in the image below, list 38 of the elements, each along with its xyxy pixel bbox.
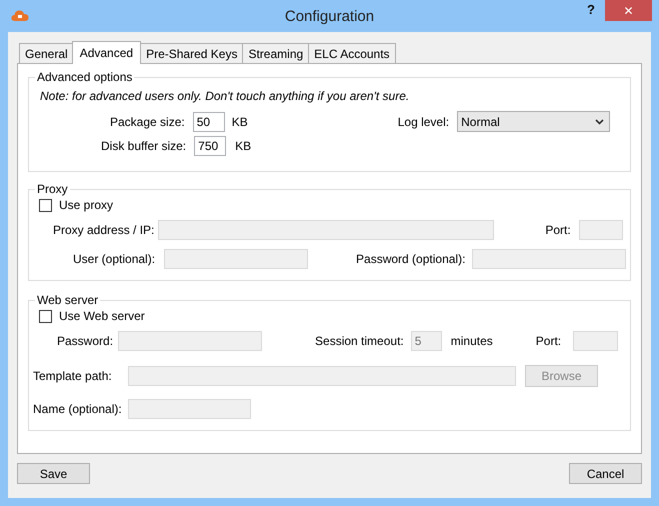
tab[interactable]: ELC Accounts	[308, 43, 396, 63]
field-label: Template path:	[33, 369, 113, 383]
tab[interactable]: Advanced	[72, 41, 142, 64]
chevron-down-icon	[595, 118, 604, 124]
checkbox-label: Use proxy	[59, 198, 114, 212]
group-title: Web server	[36, 293, 100, 307]
field-label: Disk buffer size:	[101, 139, 186, 153]
unit-label: minutes	[450, 334, 493, 348]
field-label: Proxy address / IP:	[53, 223, 154, 237]
window-title: Configuration	[284, 8, 374, 24]
field-label: Password (optional):	[356, 252, 466, 266]
group-title: Advanced options	[36, 70, 134, 84]
note-text: Note: for advanced users only. Don't touch anything if you aren't sure.	[40, 89, 410, 103]
help-button[interactable]: ?	[583, 2, 599, 17]
dialog-button[interactable]: Save	[17, 463, 90, 484]
tab[interactable]: Pre-Shared Keys	[140, 43, 244, 63]
tab[interactable]: Streaming	[242, 43, 310, 63]
field-label: Port:	[536, 334, 562, 348]
field-label: Log level:	[398, 114, 450, 128]
cloud-icon	[11, 8, 29, 22]
tab[interactable]: General	[19, 43, 74, 63]
close-button[interactable]: ✕	[605, 0, 652, 21]
dialog-button[interactable]: Cancel	[569, 463, 642, 484]
field-label: User (optional):	[73, 252, 156, 266]
input-field[interactable]: 50	[192, 112, 225, 132]
field-label: Package size:	[110, 114, 185, 128]
input-field[interactable]: 750	[194, 136, 226, 156]
checkbox[interactable]	[39, 310, 52, 322]
group-title: Proxy	[36, 182, 69, 196]
checkbox-label: Use Web server	[59, 309, 145, 323]
field-label: Password:	[57, 334, 114, 348]
field-label: Name (optional):	[33, 402, 123, 416]
checkbox[interactable]	[39, 198, 52, 212]
field-label: Session timeout:	[315, 334, 404, 348]
unit-label: KB	[232, 114, 248, 128]
dropdown[interactable]: Normal	[457, 111, 610, 132]
field-label: Port:	[545, 223, 571, 237]
unit-label: KB	[235, 139, 252, 153]
